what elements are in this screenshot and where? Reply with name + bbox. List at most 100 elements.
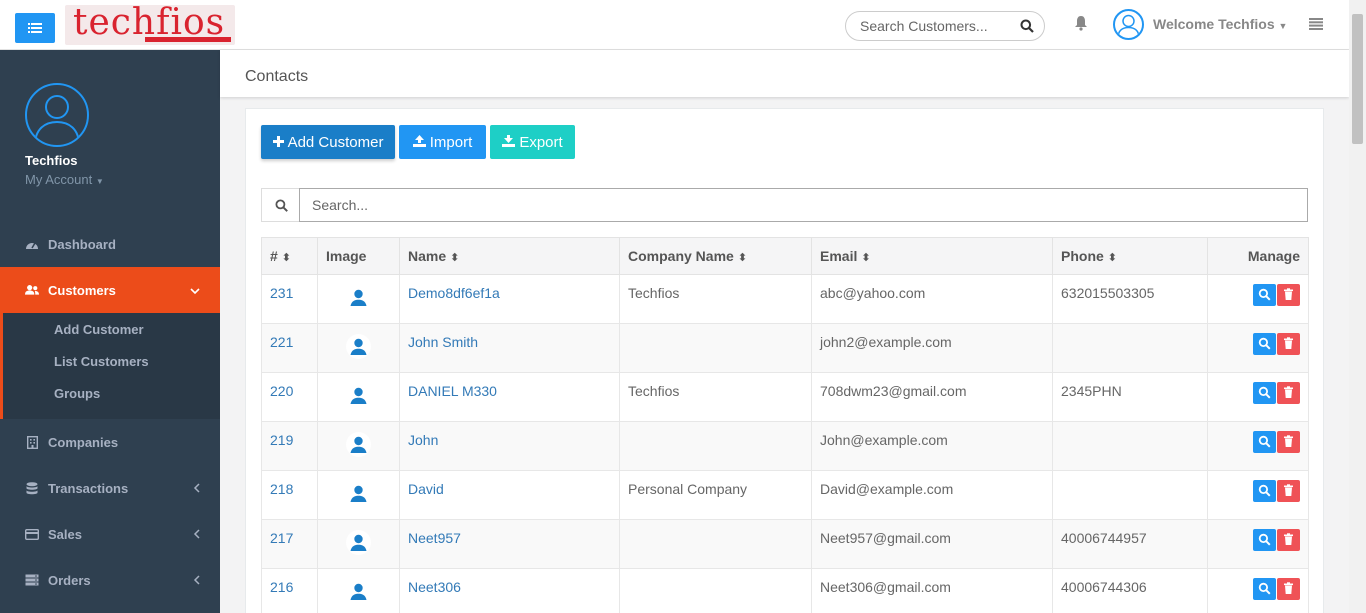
delete-customer-button[interactable] [1277,284,1300,306]
cell-company [619,519,812,569]
column-header-name[interactable]: Name ⬍ [399,237,620,275]
my-account-label: My Account [25,172,93,187]
view-customer-button[interactable] [1253,333,1276,355]
cell-name: Neet957 [399,519,620,569]
cell-id: 218 [261,470,318,520]
view-customer-button[interactable] [1253,480,1276,502]
delete-customer-button[interactable] [1277,578,1300,600]
caret-down-icon: ▼ [1278,21,1288,31]
customer-id-link[interactable]: 219 [270,432,293,448]
delete-customer-button[interactable] [1277,431,1300,453]
customer-name-link[interactable]: Neet957 [408,530,461,546]
sidebar-item-transactions[interactable]: Transactions [0,465,220,511]
customer-id-link[interactable]: 218 [270,481,293,497]
chevron-left-icon [193,527,200,542]
customer-id-link[interactable]: 220 [270,383,293,399]
customer-name-link[interactable]: Neet306 [408,579,461,595]
sidebar-item-customers[interactable]: Customers [0,267,220,313]
column-header-email[interactable]: Email ⬍ [811,237,1053,275]
view-customer-button[interactable] [1253,431,1276,453]
contacts-panel: Add Customer Import Export #⬍ Image Name… [245,108,1324,613]
submenu-list-customers[interactable]: List Customers [54,354,149,369]
page-title: Contacts [245,68,309,85]
column-header-id[interactable]: # ⬍ [261,237,318,275]
brand-logo[interactable]: techfios [65,5,235,45]
view-customer-button[interactable] [1253,529,1276,551]
delete-customer-button[interactable] [1277,333,1300,355]
customer-search[interactable] [845,11,1045,41]
sidebar-item-dashboard[interactable]: Dashboard [0,221,220,267]
export-button[interactable]: Export [490,125,575,159]
dashboard-icon [25,238,39,250]
cell-name: Demo8df6ef1a [399,274,620,324]
table-row: 219 John John@example.com [261,421,1309,471]
delete-customer-button[interactable] [1277,382,1300,404]
add-customer-button[interactable]: Add Customer [261,125,395,159]
delete-customer-button[interactable] [1277,529,1300,551]
bell-icon[interactable] [1074,15,1088,34]
table-search [261,188,1309,222]
customer-name-link[interactable]: David [408,481,444,497]
customer-id-link[interactable]: 216 [270,579,293,595]
cell-manage [1207,470,1309,520]
customer-avatar-icon [344,430,373,462]
customer-name-link[interactable]: John [408,432,438,448]
column-header-phone[interactable]: Phone ⬍ [1052,237,1208,275]
cell-image [317,470,400,520]
right-sidebar-toggle-icon[interactable] [1309,17,1323,33]
search-icon[interactable] [1020,19,1034,36]
customer-name-link[interactable]: Demo8df6ef1a [408,285,500,301]
view-customer-button[interactable] [1253,382,1276,404]
table-header-row: # ⬍ Image Name ⬍ Company Name ⬍ Email ⬍ Phon… [261,237,1309,275]
customer-name-link[interactable]: DANIEL M330 [408,383,497,399]
cell-company: Personal Company [619,470,812,520]
column-header-manage: Manage [1207,237,1309,275]
sort-icon: ⬍ [737,252,748,264]
sort-icon: ⬍ [450,252,460,264]
user-avatar[interactable] [1113,9,1144,40]
cell-phone: 40006744957 [1052,519,1208,569]
cell-manage [1207,372,1309,422]
my-account-dropdown[interactable]: My Account ▼ [25,172,104,187]
sidebar-item-companies[interactable]: Companies [0,419,220,465]
cell-name: John [399,421,620,471]
cell-company: Techfios [619,372,812,422]
view-customer-button[interactable] [1253,284,1276,306]
column-header-image: Image [317,237,400,275]
column-header-label: Name [408,248,447,264]
users-icon [25,284,39,296]
sidebar: Techfios My Account ▼ Dashboard Customer… [0,50,220,613]
customer-id-link[interactable]: 221 [270,334,293,350]
customer-name-link[interactable]: John Smith [408,334,478,350]
sidebar-item-sales[interactable]: Sales [0,511,220,557]
submenu-add-customer[interactable]: Add Customer [54,322,144,337]
page-scrollbar[interactable] [1349,0,1366,613]
cell-name: John Smith [399,323,620,373]
cell-image [317,519,400,569]
customer-id-link[interactable]: 217 [270,530,293,546]
customer-avatar-icon [344,381,373,413]
column-header-label: Phone [1061,248,1104,264]
column-header-label: Image [326,248,367,264]
cell-email: john2@example.com [811,323,1053,373]
cell-id: 220 [261,372,318,422]
welcome-dropdown[interactable]: Welcome Techfios ▼ [1153,16,1287,32]
view-customer-button[interactable] [1253,578,1276,600]
table-search-input[interactable] [299,188,1308,222]
customer-avatar-icon [344,528,373,560]
delete-customer-button[interactable] [1277,480,1300,502]
sidebar-item-orders[interactable]: Orders [0,557,220,603]
cell-company [619,323,812,373]
scrollbar-thumb[interactable] [1352,14,1363,144]
building-icon [25,435,39,449]
export-label: Export [519,133,563,151]
customer-id-link[interactable]: 231 [270,285,293,301]
submenu-groups[interactable]: Groups [54,386,100,401]
plus-icon [272,134,284,151]
menu-toggle-button[interactable] [15,13,55,43]
customer-search-input[interactable] [860,18,1010,34]
import-button[interactable]: Import [399,125,486,159]
profile-avatar[interactable] [25,83,89,147]
column-header-company[interactable]: Company Name ⬍ [619,237,812,275]
cell-phone [1052,470,1208,520]
